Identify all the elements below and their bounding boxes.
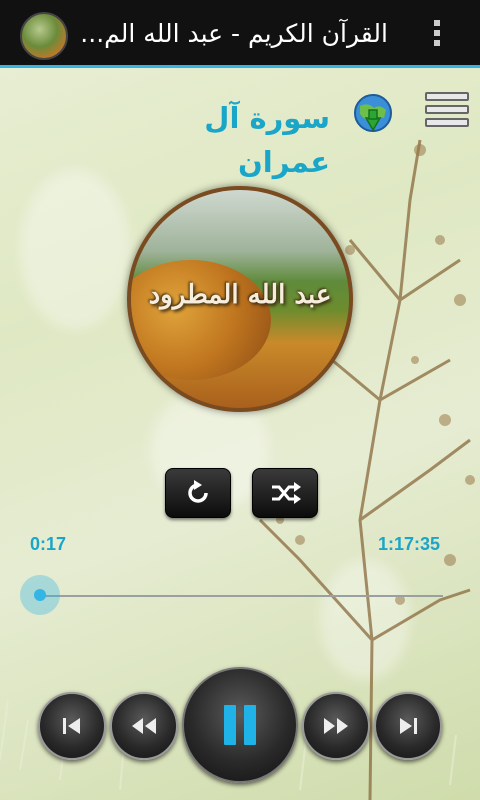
globe-download-icon[interactable] <box>350 92 396 138</box>
seek-bar-track[interactable] <box>38 595 443 597</box>
fast-forward-button[interactable] <box>302 692 370 760</box>
repeat-button[interactable] <box>165 468 231 518</box>
surah-title: سورة آل عمران <box>204 101 330 179</box>
action-bar: القرآن الكريم - عبد الله الم... <box>0 0 480 68</box>
seek-bar-thumb[interactable] <box>19 575 60 615</box>
total-duration: 1:17:35 <box>378 534 441 554</box>
shuffle-icon <box>272 482 301 504</box>
repeat-icon <box>188 480 208 503</box>
pause-icon <box>224 705 256 745</box>
rewind-icon <box>132 718 156 734</box>
reciter-cover-art: عبد الله المطرود <box>127 186 353 412</box>
overflow-menu-icon[interactable] <box>432 20 442 50</box>
playlist-icon[interactable] <box>425 92 469 140</box>
fast-forward-icon <box>324 718 348 734</box>
elapsed-time: 0:17 <box>30 534 67 554</box>
previous-track-button[interactable] <box>38 692 106 760</box>
skip-previous-icon <box>63 718 80 734</box>
skip-next-icon <box>400 718 417 734</box>
reciter-name-label: عبد الله المطرود <box>148 280 332 310</box>
pause-button[interactable] <box>182 667 298 783</box>
app-title: القرآن الكريم - عبد الله الم... <box>80 19 388 48</box>
rewind-button[interactable] <box>110 692 178 760</box>
next-track-button[interactable] <box>374 692 442 760</box>
app-logo-icon[interactable] <box>20 12 68 60</box>
shuffle-button[interactable] <box>252 468 318 518</box>
